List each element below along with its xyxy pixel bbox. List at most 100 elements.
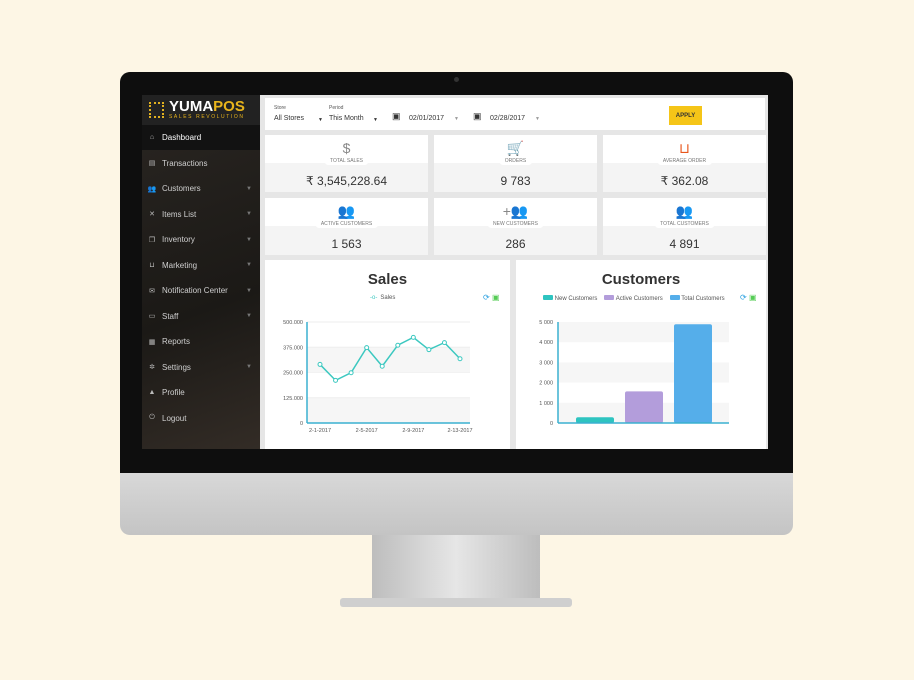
brand-tagline: SALES REVOLUTION	[169, 114, 245, 120]
legend-label: New Customers	[554, 296, 598, 302]
data-point	[333, 377, 339, 383]
calendar-icon[interactable]: ▣	[392, 111, 401, 122]
people-icon: 👥	[337, 203, 356, 219]
sidebar-item-customers[interactable]: 👥 Customers ▼	[142, 176, 260, 201]
legend-item[interactable]: Active Customers	[604, 295, 663, 302]
sidebar-item-label: Settings	[162, 362, 191, 372]
sales-line-plot: 0 125.000 250.000 375.000 500.000 2-1-2017 2-5…	[283, 320, 472, 434]
cart-icon: 🛒	[506, 140, 525, 156]
data-point	[426, 347, 432, 353]
stat-card-active-customers: 👥 ACTIVE CUSTOMERS 1 563	[265, 198, 428, 255]
y-tick-label: 0	[550, 421, 553, 427]
apply-button[interactable]: APPLY	[669, 106, 702, 125]
refresh-icon[interactable]: ⟳	[483, 293, 490, 302]
stat-value: 9 783	[500, 174, 531, 188]
chevron-down-icon: ▼	[318, 117, 323, 123]
sidebar-item-label: Profile	[162, 388, 185, 397]
data-point	[441, 340, 447, 346]
y-tick-label: 375.000	[283, 345, 303, 351]
data-point	[410, 334, 416, 340]
power-icon: ⏻	[149, 414, 155, 421]
chevron-down-icon: ▼	[246, 287, 252, 294]
grid-band	[307, 347, 470, 373]
stat-card-orders: 🛒 ORDERS 9 783	[434, 135, 597, 192]
legend-label: Active Customers	[615, 296, 663, 302]
date-from-input[interactable]: 02/01/2017	[409, 115, 444, 122]
sidebar-item-reports[interactable]: ▦ Reports	[142, 329, 260, 354]
sidebar-item-label: Transactions	[162, 158, 208, 168]
legend-item[interactable]: Total Customers	[669, 295, 725, 302]
sidebar-item-settings[interactable]: ✲ Settings ▼	[142, 355, 260, 380]
date-to-input[interactable]: 02/28/2017	[490, 115, 525, 122]
legend-item[interactable]: -o- Sales	[370, 295, 395, 301]
stat-card-total-customers: 👥 TOTAL CUSTOMERS 4 891	[603, 198, 766, 255]
data-point	[457, 356, 463, 362]
people-icon: 👥	[675, 203, 694, 219]
sidebar-item-profile[interactable]: ▲ Profile	[142, 380, 260, 405]
calendar-icon[interactable]: ▣	[473, 111, 482, 122]
legend-swatch	[604, 295, 615, 300]
store-select[interactable]: All Stores	[274, 115, 324, 122]
stat-value: ₹ 3,545,228.64	[305, 174, 388, 188]
data-point	[379, 363, 385, 369]
person-icon: ▲	[148, 389, 156, 396]
data-point	[348, 370, 354, 376]
save-icon[interactable]: ▣	[492, 293, 500, 302]
y-tick-label: 250.000	[283, 371, 303, 377]
y-tick-label: 3 000	[539, 360, 553, 366]
period-select[interactable]: This Month	[329, 115, 364, 122]
camera	[454, 77, 459, 82]
legend-swatch	[543, 295, 553, 300]
stat-value: 286	[505, 237, 526, 251]
y-tick-label: 4 000	[539, 340, 553, 346]
sidebar-item-dashboard[interactable]: ⌂ Dashboard	[142, 125, 260, 150]
stat-card-average-order: ⊔ AVERAGE ORDER ₹ 362.08	[603, 135, 766, 192]
sidebar-item-logout[interactable]: ⏻ Logout	[142, 406, 260, 431]
sidebar-item-inventory[interactable]: ❐ Inventory ▼	[142, 227, 260, 252]
legend-label: Total Customers	[681, 296, 725, 302]
save-icon[interactable]: ▣	[749, 293, 757, 302]
y-tick-label: 500.000	[283, 320, 303, 326]
screen: YUMAPOS SALES REVOLUTION ⌂ Dashboard ▤ Tran…	[142, 95, 768, 449]
dollar-icon: $	[342, 140, 351, 156]
sidebar-item-notification-center[interactable]: ✉ Notification Center ▼	[142, 278, 260, 303]
y-tick-label: 5 000	[539, 320, 553, 326]
sidebar-item-staff[interactable]: ▭ Staff ▼	[142, 304, 260, 329]
monitor-base	[340, 598, 572, 607]
stat-label: AVERAGE ORDER	[656, 157, 713, 165]
brand-name: YUMA	[169, 98, 214, 115]
chevron-down-icon: ▼	[454, 116, 459, 122]
line-marker-icon: -o-	[370, 295, 378, 301]
tools-icon: ✕	[149, 211, 155, 218]
sales-chart: Sales -o- Sales ⟳ ▣ 0 125.000 250.000 375.00…	[265, 260, 510, 449]
basket-icon: ⊔	[679, 140, 690, 156]
monitor-stand	[372, 535, 540, 599]
sidebar-item-items-list[interactable]: ✕ Items List ▼	[142, 202, 260, 227]
logo[interactable]: YUMAPOS SALES REVOLUTION	[142, 95, 260, 125]
sidebar-item-label: Reports	[162, 337, 191, 346]
x-tick-label: 2-13-2017	[447, 428, 472, 434]
chevron-down-icon: ▼	[246, 236, 252, 243]
refresh-icon[interactable]: ⟳	[740, 293, 747, 302]
bar-total-customers	[674, 324, 712, 423]
sidebar-item-label: Dashboard	[162, 133, 202, 142]
sidebar-item-label: Marketing	[162, 260, 198, 270]
sidebar-item-transactions[interactable]: ▤ Transactions	[142, 151, 260, 176]
sales-chart-title: Sales	[367, 271, 408, 288]
stat-value: 4 891	[669, 237, 700, 251]
add-people-icon: +👥	[502, 203, 529, 219]
customers-chart-title: Customers	[601, 271, 681, 288]
stat-label: ACTIVE CUSTOMERS	[314, 220, 379, 228]
chevron-down-icon: ▼	[246, 313, 252, 319]
period-label: Period	[329, 105, 344, 111]
data-point	[395, 342, 401, 348]
legend-item[interactable]: New Customers	[543, 295, 597, 302]
sidebar-item-label: Logout	[162, 413, 187, 423]
sidebar-item-marketing[interactable]: ⊔ Marketing ▼	[142, 253, 260, 278]
monitor-chin	[120, 473, 793, 535]
x-tick-label: 2-1-2017	[309, 428, 331, 434]
chevron-down-icon: ▼	[246, 211, 252, 217]
people-icon: 👥	[147, 185, 157, 193]
stat-label: NEW CUSTOMERS	[487, 220, 544, 228]
gear-icon: ✲	[149, 364, 155, 371]
